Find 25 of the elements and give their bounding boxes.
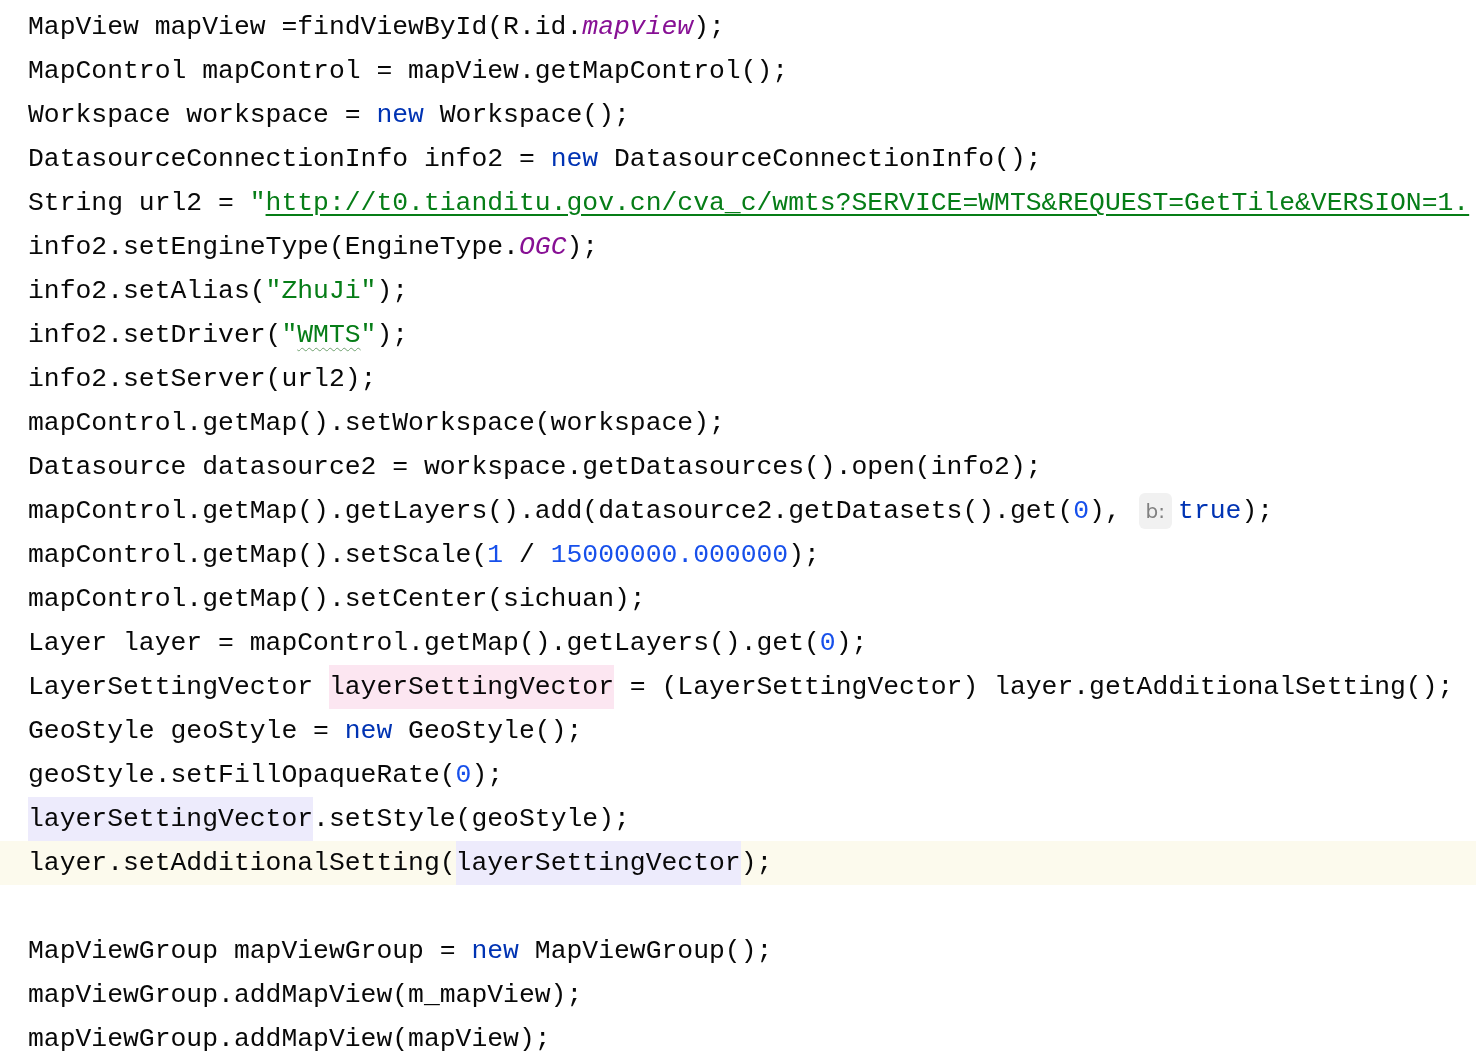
code-line: layer.setAdditionalSetting(layerSettingVector); (28, 841, 773, 885)
code-line: LayerSettingVector layerSettingVector = (LayerSettingVector) layer.getAdditionalSetting(); (28, 665, 1454, 709)
code-line: MapControl mapControl = mapView.getMapControl(); (28, 55, 789, 88)
code-line: true); (1178, 495, 1274, 528)
code-line: Workspace workspace = new Workspace(); (28, 99, 630, 132)
code-line: mapControl.getMap().setCenter(sichuan); (28, 583, 646, 616)
code-line: mapControl.getMap().setScale(1 / 15000000.000000); (28, 539, 820, 572)
code-line: String url2 = "http://t0.tianditu.gov.cn/cva_c/wmts?SERVICE=WMTS&REQUEST=GetTile&VERSION=1. (28, 187, 1470, 220)
code-line: mapViewGroup.addMapView(m_mapView); (28, 979, 583, 1012)
code-line: layerSettingVector.setStyle(geoStyle); (28, 797, 630, 841)
code-line: DatasourceConnectionInfo info2 = new DatasourceConnectionInfo(); (28, 143, 1042, 176)
code-line: info2.setDriver("WMTS"); (28, 319, 409, 352)
code-line: Layer layer = mapControl.getMap().getLayers().get(0); (28, 627, 868, 660)
code-line: geoStyle.setFillOpaqueRate(0); (28, 759, 504, 792)
code-line: GeoStyle geoStyle = new GeoStyle(); (28, 715, 583, 748)
code-line: MapViewGroup mapViewGroup = new MapViewGroup(); (28, 935, 773, 968)
code-line: info2.setAlias("ZhuJi"); (28, 275, 409, 308)
inlay-hint: b: (1138, 493, 1173, 529)
code-line: MapView mapView =findViewById(R.id.mapview); (28, 11, 725, 44)
code-line: Datasource datasource2 = workspace.getDatasources().open(info2); (28, 451, 1042, 484)
code-line: mapViewGroup.addMapView(mapView); (28, 1023, 551, 1056)
code-line: mapControl.getMap().setWorkspace(workspace); (28, 407, 725, 440)
code-line: info2.setServer(url2); (28, 363, 377, 396)
code-line: info2.setEngineType(EngineType.OGC); (28, 231, 599, 264)
code-line: mapControl.getMap().getLayers().add(datasource2.getDatasets().get(0), (28, 495, 1122, 528)
